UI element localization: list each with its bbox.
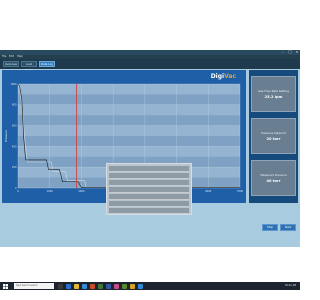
y-axis-label: Pressure	[4, 130, 8, 142]
app-icon-2[interactable]	[122, 283, 127, 289]
y-tick-label: 600	[12, 125, 17, 128]
y-tick-label: 800	[12, 104, 17, 107]
x-tick-label: 7000	[237, 190, 244, 193]
x-tick-label: 2000	[78, 190, 85, 193]
start-button[interactable]: Start	[280, 224, 296, 231]
tab-overview[interactable]: Overview	[3, 61, 19, 67]
y-tick-label: 200	[12, 166, 17, 169]
tab-bar: Overview Load Profile Data Log	[0, 59, 300, 72]
store-icon[interactable]	[82, 283, 87, 289]
tab-load-profile[interactable]: Load Profile	[21, 61, 37, 72]
task-view-icon[interactable]	[58, 283, 63, 289]
grid-band	[18, 146, 240, 157]
stop-button[interactable]: Stop	[262, 224, 278, 231]
x-tick-label: 0	[17, 190, 19, 193]
app-icon[interactable]	[114, 283, 119, 289]
table-row[interactable]	[109, 187, 189, 193]
measured-pressure-value: 40 torr	[266, 179, 281, 183]
pressure-setpoint-label: Pressure Setpoint	[261, 131, 286, 135]
digivac-app-icon[interactable]	[138, 283, 143, 289]
table-row[interactable]	[109, 201, 189, 207]
edge-icon[interactable]	[66, 283, 71, 289]
grid-band	[18, 84, 240, 95]
x-tick-label: 6000	[205, 190, 212, 193]
word-icon[interactable]	[106, 283, 111, 289]
gas-flow-label: Gas Flow Rate Setting	[258, 89, 289, 93]
file-explorer-icon[interactable]	[74, 283, 79, 289]
data-table	[106, 163, 192, 215]
y-tick-label: 400	[12, 145, 17, 148]
chrome-icon[interactable]	[130, 283, 135, 289]
system-clock[interactable]: 10:41 AM	[285, 282, 296, 290]
table-row[interactable]	[109, 180, 189, 186]
excel-icon[interactable]	[98, 283, 103, 289]
measured-pressure-label: Measured Pressure	[260, 173, 287, 177]
tab-data-log[interactable]: Data Log	[39, 61, 55, 67]
table-row[interactable]	[109, 173, 189, 179]
readout-sidebar: Gas Flow Rate Setting 25.2 lpm Pressure …	[249, 70, 298, 203]
brand-logo: DigiVac	[211, 73, 236, 80]
pressure-setpoint-value: 20 torr	[266, 137, 281, 141]
x-tick-label: 1000	[47, 190, 54, 193]
brand-suffix: Vac	[224, 73, 236, 80]
gas-flow-value: 25.2 lpm	[264, 95, 283, 99]
table-row[interactable]	[109, 208, 189, 214]
brand-prefix: Digi	[210, 73, 225, 80]
grid-band	[18, 104, 240, 116]
gas-flow-readout: Gas Flow Rate Setting 25.2 lpm	[251, 76, 296, 112]
taskbar-search-input[interactable]: Type here to search	[14, 283, 54, 289]
y-tick-label: 1000	[10, 83, 17, 86]
windows-start-icon[interactable]	[3, 283, 8, 289]
office-icon[interactable]	[90, 283, 95, 289]
windows-taskbar: Type here to search 10:41 AM	[0, 282, 300, 290]
pressure-setpoint-readout: Pressure Setpoint 20 torr	[251, 118, 296, 154]
app-window: – □ × File Edit Help Overview Load Profi…	[0, 50, 300, 247]
table-row[interactable]	[109, 166, 189, 172]
measured-pressure-readout: Measured Pressure 40 torr	[251, 160, 296, 196]
table-row[interactable]	[109, 194, 189, 200]
grid-band	[18, 125, 240, 136]
